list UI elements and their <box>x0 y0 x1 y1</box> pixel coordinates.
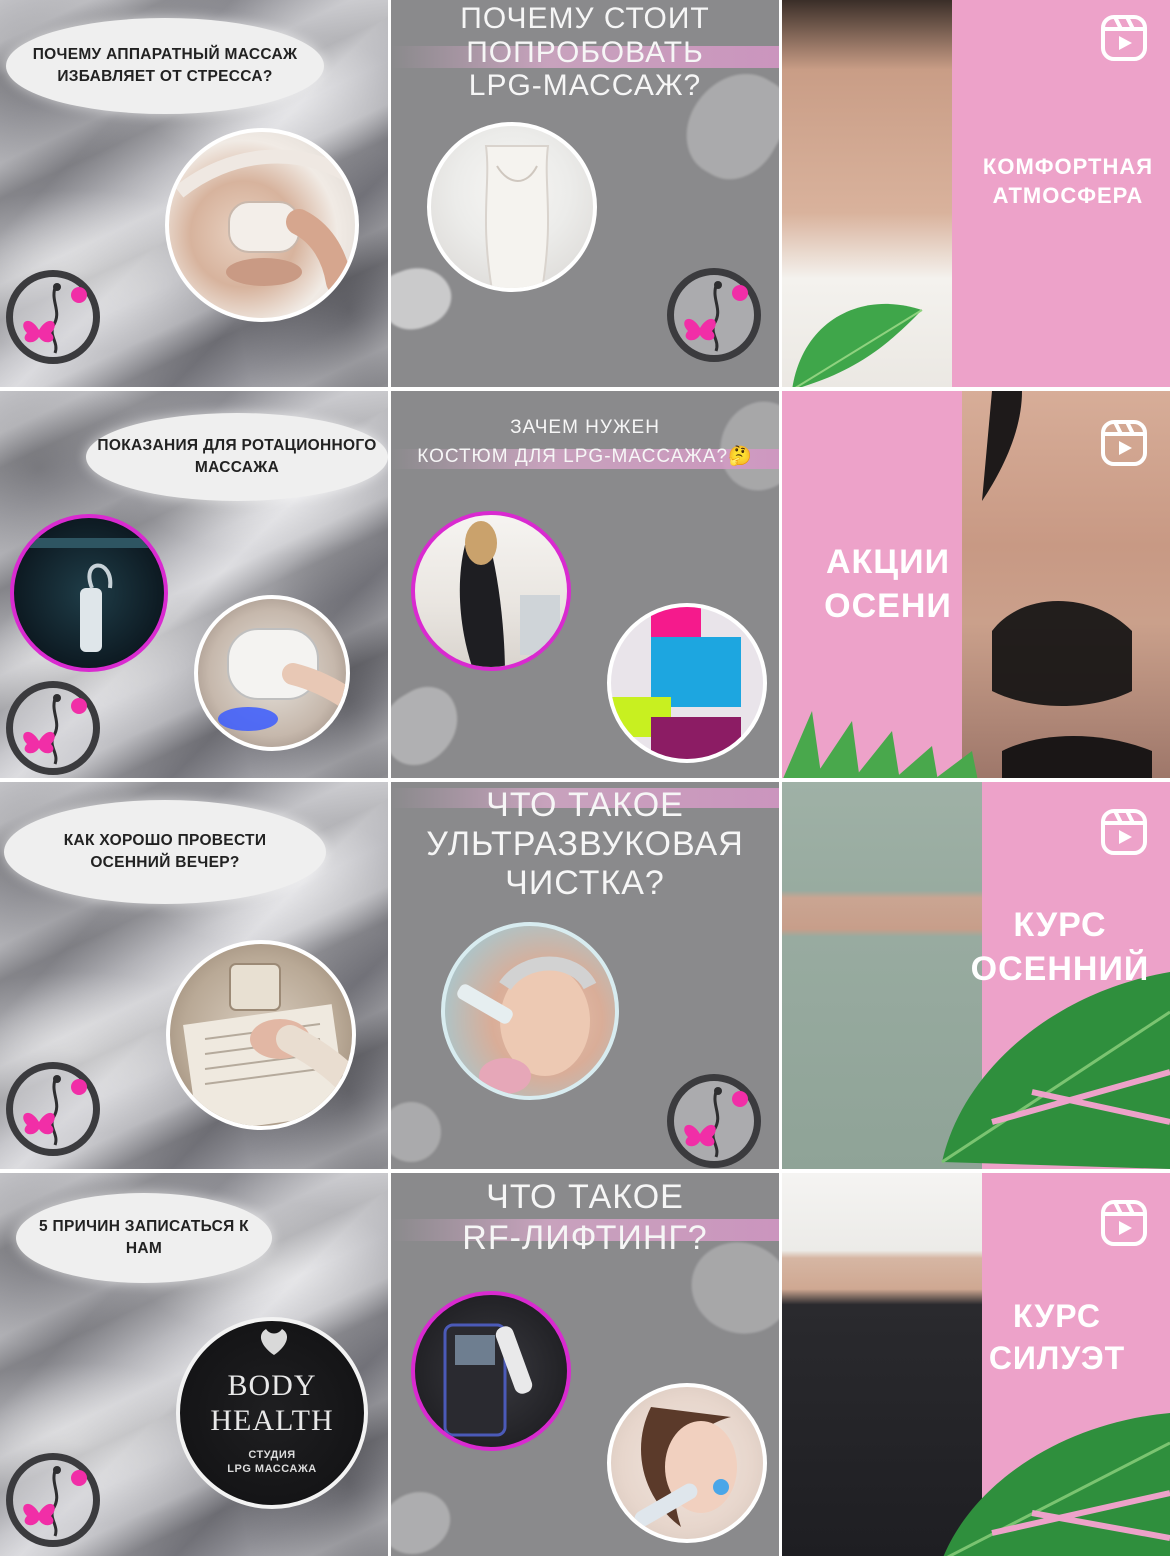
post-caption: КУРС ОСЕННИЙ <box>960 904 1160 991</box>
reels-icon <box>1101 420 1147 466</box>
studio-logo-icon <box>6 681 100 775</box>
headline-line-2: КОСТЮМ ДЛЯ LPG-МАССАЖА? <box>417 446 729 468</box>
caption-line-1: АКЦИИ <box>825 543 951 581</box>
reel-tile-silhouette-course[interactable]: КУРС СИЛУЭТ <box>782 1173 1170 1556</box>
post-caption: ПОЧЕМУ АППАРАТНЫЙ МАССАЖ ИЗБАВЛЯЕТ ОТ СТ… <box>32 45 298 85</box>
post-tile-autumn-evening[interactable]: КАК ХОРОШО ПРОВЕСТИ ОСЕННИЙ ВЕЧЕР? <box>0 782 388 1169</box>
caption-bubble: 5 ПРИЧИН ЗАПИСАТЬСЯ К НАМ <box>16 1193 272 1283</box>
post-caption: АКЦИИ ОСЕНИ <box>808 541 968 628</box>
caption-line-2: СИЛУЭТ <box>988 1340 1126 1377</box>
headline-line-1: ЧТО ТАКОЕ <box>486 1178 684 1216</box>
post-tile-why-lpg[interactable]: ПОЧЕМУ СТОИТ ПОПРОБОВАТЬ LPG-МАССАЖ? <box>391 0 779 387</box>
dark-room-device-photo <box>10 514 168 672</box>
body-health-sign-photo: BODY HEALTH СТУДИЯ LPG МАССАЖА <box>176 1317 368 1509</box>
sign-line-3: СТУДИЯ <box>248 1449 296 1461</box>
brush-stroke <box>391 1093 450 1169</box>
woman-in-suit-photo <box>411 511 571 671</box>
headline-line-3: LPG-МАССАЖ? <box>468 69 702 103</box>
post-headline: ЧТО ТАКОЕ RF-ЛИФТИНГ? <box>391 1177 779 1259</box>
post-caption: КУРС СИЛУЭТ <box>972 1295 1142 1379</box>
studio-logo-icon <box>6 270 100 364</box>
reels-icon <box>1101 1200 1147 1246</box>
studio-logo-icon <box>6 1062 100 1156</box>
caption-line-2: ОСЕННИЙ <box>970 949 1150 988</box>
blue-light-device-photo <box>194 595 350 751</box>
post-tile-lpg-suit[interactable]: ЗАЧЕМ НУЖЕН КОСТЮМ ДЛЯ LPG-МАССАЖА?🤔 <box>391 391 779 778</box>
flower-emblem-icon <box>260 1329 288 1355</box>
rf-device-photo <box>411 1291 571 1451</box>
post-headline: ЧТО ТАКОЕ УЛЬТРАЗВУКОВАЯ ЧИСТКА? <box>391 786 779 903</box>
caption-line-2: ОСЕНИ <box>824 586 952 625</box>
caption-line-1: КОМФОРТНАЯ <box>982 154 1154 179</box>
post-caption: 5 ПРИЧИН ЗАПИСАТЬСЯ К НАМ <box>39 1217 249 1257</box>
reel-tile-comfort[interactable]: КОМФОРТНАЯ АТМОСФЕРА <box>782 0 1170 387</box>
post-caption: КОМФОРТНАЯ АТМОСФЕРА <box>970 152 1166 210</box>
studio-logo-icon <box>667 268 761 362</box>
sign-line-2: HEALTH <box>210 1403 334 1437</box>
profile-post-grid: ПОЧЕМУ АППАРАТНЫЙ МАССАЖ ИЗБАВЛЯЕТ ОТ СТ… <box>0 0 1170 1556</box>
headline-line-2: ПОПРОБОВАТЬ <box>466 35 704 69</box>
headline-line-1: ЧТО ТАКОЕ <box>486 786 684 824</box>
studio-logo-icon <box>6 1453 100 1547</box>
reels-icon <box>1101 15 1147 61</box>
headline-line-1: ПОЧЕМУ СТОИТ <box>460 2 710 35</box>
caption-line-1: КУРС <box>1013 1298 1101 1334</box>
sign-line-1: BODY <box>227 1369 317 1402</box>
post-tile-five-reasons[interactable]: 5 ПРИЧИН ЗАПИСАТЬСЯ К НАМ BODY HEALTH СТ… <box>0 1173 388 1556</box>
reel-tile-autumn-course[interactable]: КУРС ОСЕННИЙ <box>782 782 1170 1169</box>
studio-logo-icon <box>667 1074 761 1168</box>
caption-bubble: КАК ХОРОШО ПРОВЕСТИ ОСЕННИЙ ВЕЧЕР? <box>4 800 326 904</box>
facial-cleaning-photo <box>441 922 619 1100</box>
sign-line-4: LPG МАССАЖА <box>227 1462 317 1475</box>
monstera-leaf-icon <box>792 303 923 387</box>
caption-bubble: ПОКАЗАНИЯ ДЛЯ РОТАЦИОННОГО МАССАЖА <box>86 413 388 501</box>
post-tile-rf-lifting[interactable]: ЧТО ТАКОЕ RF-ЛИФТИНГ? <box>391 1173 779 1556</box>
headline-line-1: ЗАЧЕМ НУЖЕН <box>510 417 660 438</box>
colorful-suits-photo <box>607 603 767 763</box>
post-caption: КАК ХОРОШО ПРОВЕСТИ ОСЕННИЙ ВЕЧЕР? <box>63 831 267 871</box>
post-headline: ЗАЧЕМ НУЖЕН КОСТЮМ ДЛЯ LPG-МАССАЖА?🤔 <box>391 413 779 472</box>
post-tile-stress-massage[interactable]: ПОЧЕМУ АППАРАТНЫЙ МАССАЖ ИЗБАВЛЯЕТ ОТ СТ… <box>0 0 388 387</box>
brush-stroke <box>391 1481 461 1556</box>
post-tile-ultrasound-cleaning[interactable]: ЧТО ТАКОЕ УЛЬТРАЗВУКОВАЯ ЧИСТКА? <box>391 782 779 1169</box>
headline-line-3: ЧИСТКА? <box>505 864 665 903</box>
reels-icon <box>1101 809 1147 855</box>
massage-device-photo <box>165 128 359 322</box>
white-bodysuit-photo <box>427 122 597 292</box>
post-headline: ПОЧЕМУ СТОИТ ПОПРОБОВАТЬ LPG-МАССАЖ? <box>391 2 779 103</box>
brush-stroke <box>391 675 474 777</box>
monstera-leaf-icon <box>943 1413 1170 1556</box>
caption-line-2: АТМОСФЕРА <box>992 183 1144 209</box>
book-and-tea-photo <box>166 940 356 1130</box>
post-caption: ПОКАЗАНИЯ ДЛЯ РОТАЦИОННОГО МАССАЖА <box>97 436 377 476</box>
post-tile-rotation-indications[interactable]: ПОКАЗАНИЯ ДЛЯ РОТАЦИОННОГО МАССАЖА <box>0 391 388 778</box>
reel-tile-autumn-promo[interactable]: АКЦИИ ОСЕНИ <box>782 391 1170 778</box>
brush-stroke <box>391 257 460 339</box>
palm-leaf-icon <box>783 711 978 778</box>
rf-face-treatment-photo <box>607 1383 767 1543</box>
caption-bubble: ПОЧЕМУ АППАРАТНЫЙ МАССАЖ ИЗБАВЛЯЕТ ОТ СТ… <box>6 18 324 114</box>
headline-line-2: УЛЬТРАЗВУКОВАЯ <box>426 825 744 864</box>
thinking-emoji-icon: 🤔 <box>728 446 753 468</box>
caption-line-1: КУРС <box>1013 906 1107 944</box>
headline-line-2: RF-ЛИФТИНГ? <box>462 1218 708 1257</box>
